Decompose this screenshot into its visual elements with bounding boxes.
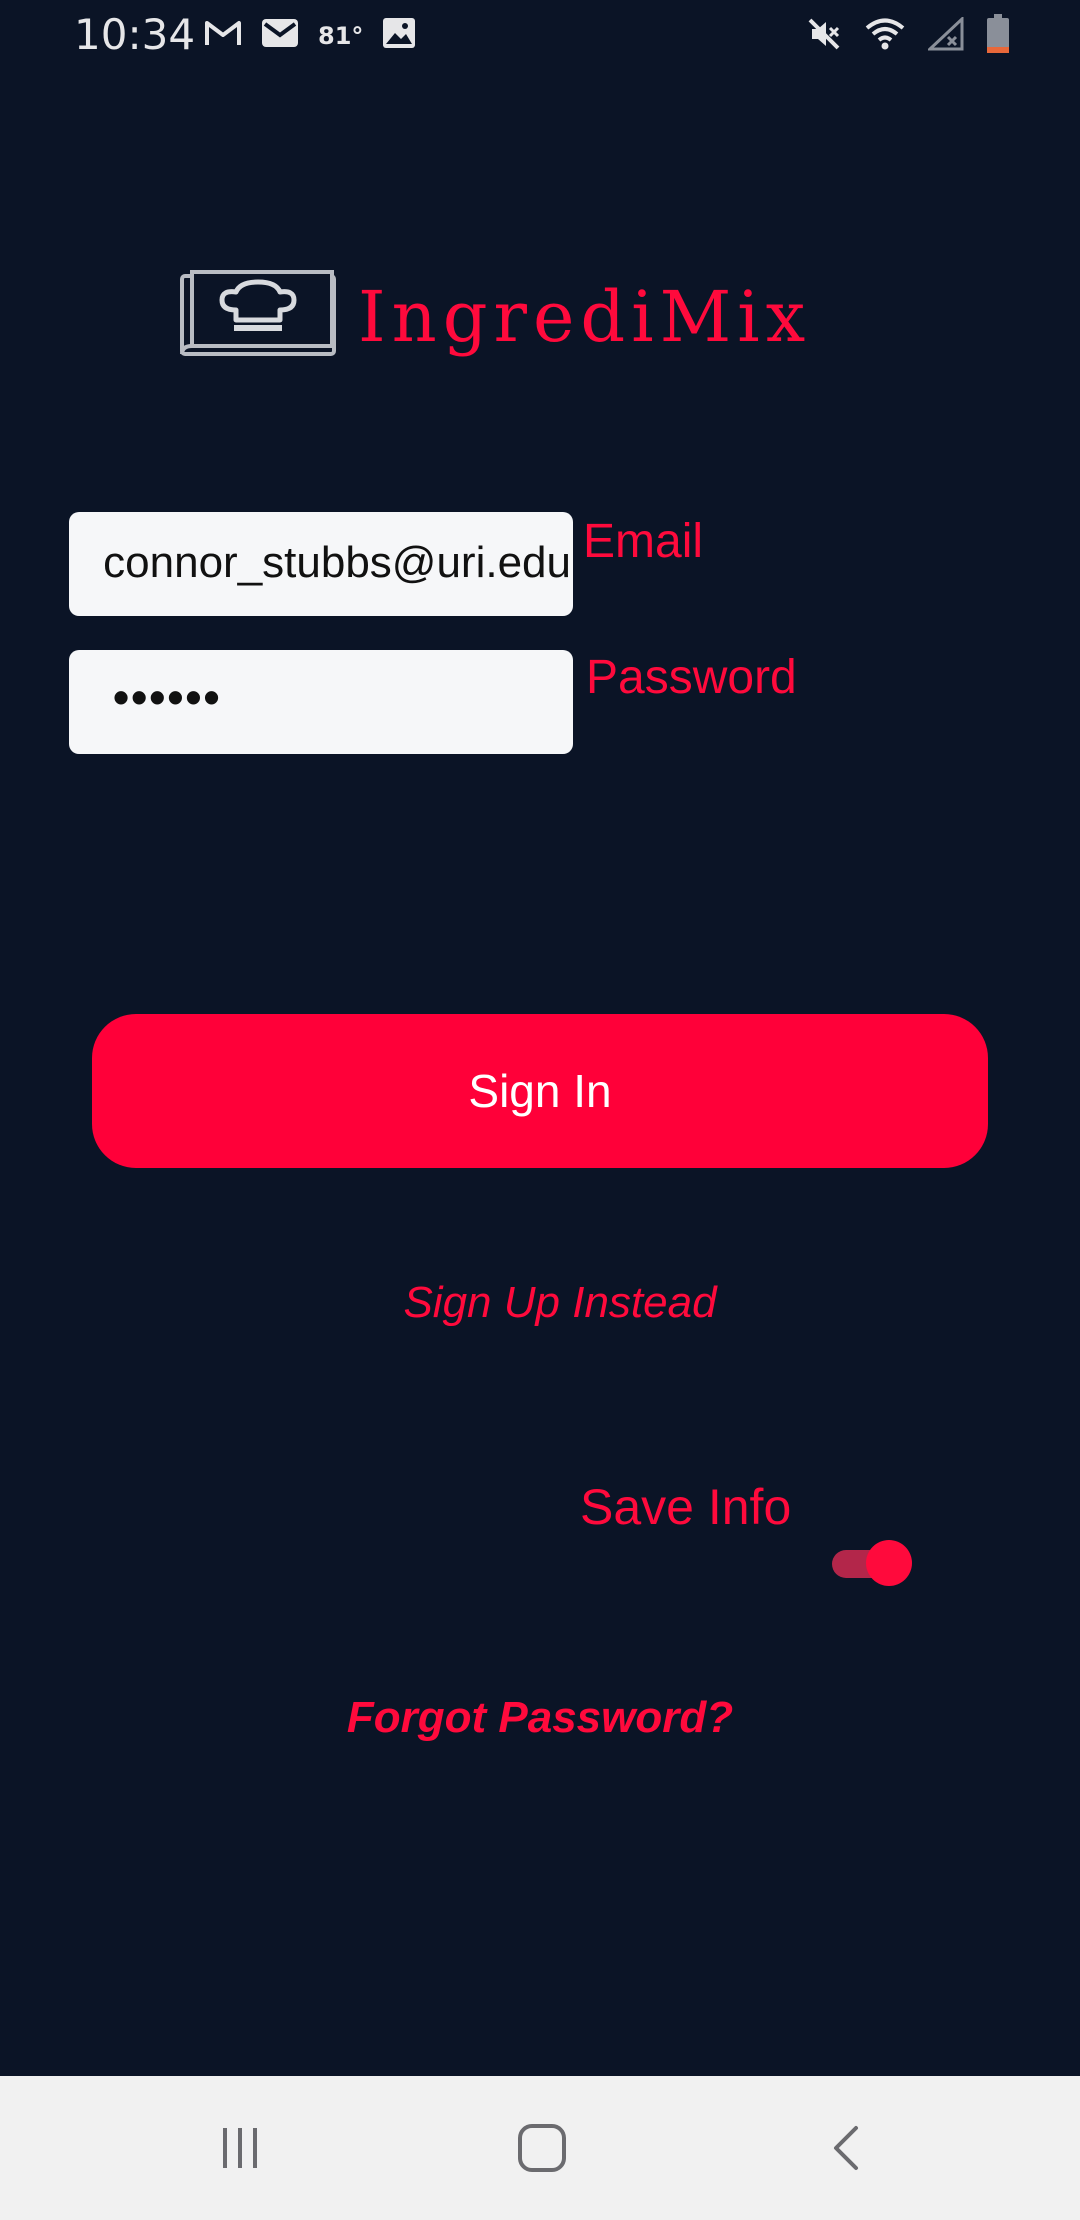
mute-icon — [806, 16, 842, 57]
home-icon — [517, 2123, 567, 2178]
password-field[interactable]: •••••• — [69, 650, 573, 754]
temperature-text: 81° — [318, 21, 364, 50]
recent-apps-icon — [217, 2125, 263, 2176]
system-icons — [806, 14, 1010, 59]
image-icon — [381, 16, 417, 55]
email-value: connor_stubbs@uri.edu — [103, 538, 571, 587]
save-info-label: Save Info — [580, 1479, 792, 1535]
sign-up-link[interactable]: Sign Up Instead — [0, 1278, 1080, 1328]
home-button[interactable] — [512, 2122, 572, 2178]
app-logo: IngrediMix — [180, 270, 811, 363]
save-info-toggle[interactable] — [832, 1540, 912, 1586]
navigation-bar — [0, 2076, 1080, 2220]
password-label: Password — [586, 651, 797, 704]
battery-icon — [986, 14, 1010, 59]
wifi-icon — [864, 17, 906, 56]
signal-icon — [926, 15, 964, 56]
app-name: IngrediMix — [358, 275, 812, 358]
forgot-password-link[interactable]: Forgot Password? — [0, 1693, 1080, 1743]
status-bar: 10:34 81° — [0, 0, 1080, 72]
chef-hat-book-icon — [180, 270, 336, 363]
back-icon — [828, 2124, 862, 2177]
back-button[interactable] — [815, 2122, 875, 2178]
sign-in-button[interactable]: Sign In — [92, 1014, 988, 1168]
status-time: 10:34 — [74, 10, 196, 59]
email-label: Email — [583, 515, 704, 568]
mail-icon — [260, 17, 300, 54]
gmail-icon — [204, 18, 242, 53]
email-field[interactable]: connor_stubbs@uri.edu — [69, 512, 573, 616]
password-value: •••••• — [113, 671, 222, 723]
recent-apps-button[interactable] — [210, 2122, 270, 2178]
notification-icons: 81° — [204, 16, 417, 55]
toggle-thumb — [866, 1540, 912, 1586]
